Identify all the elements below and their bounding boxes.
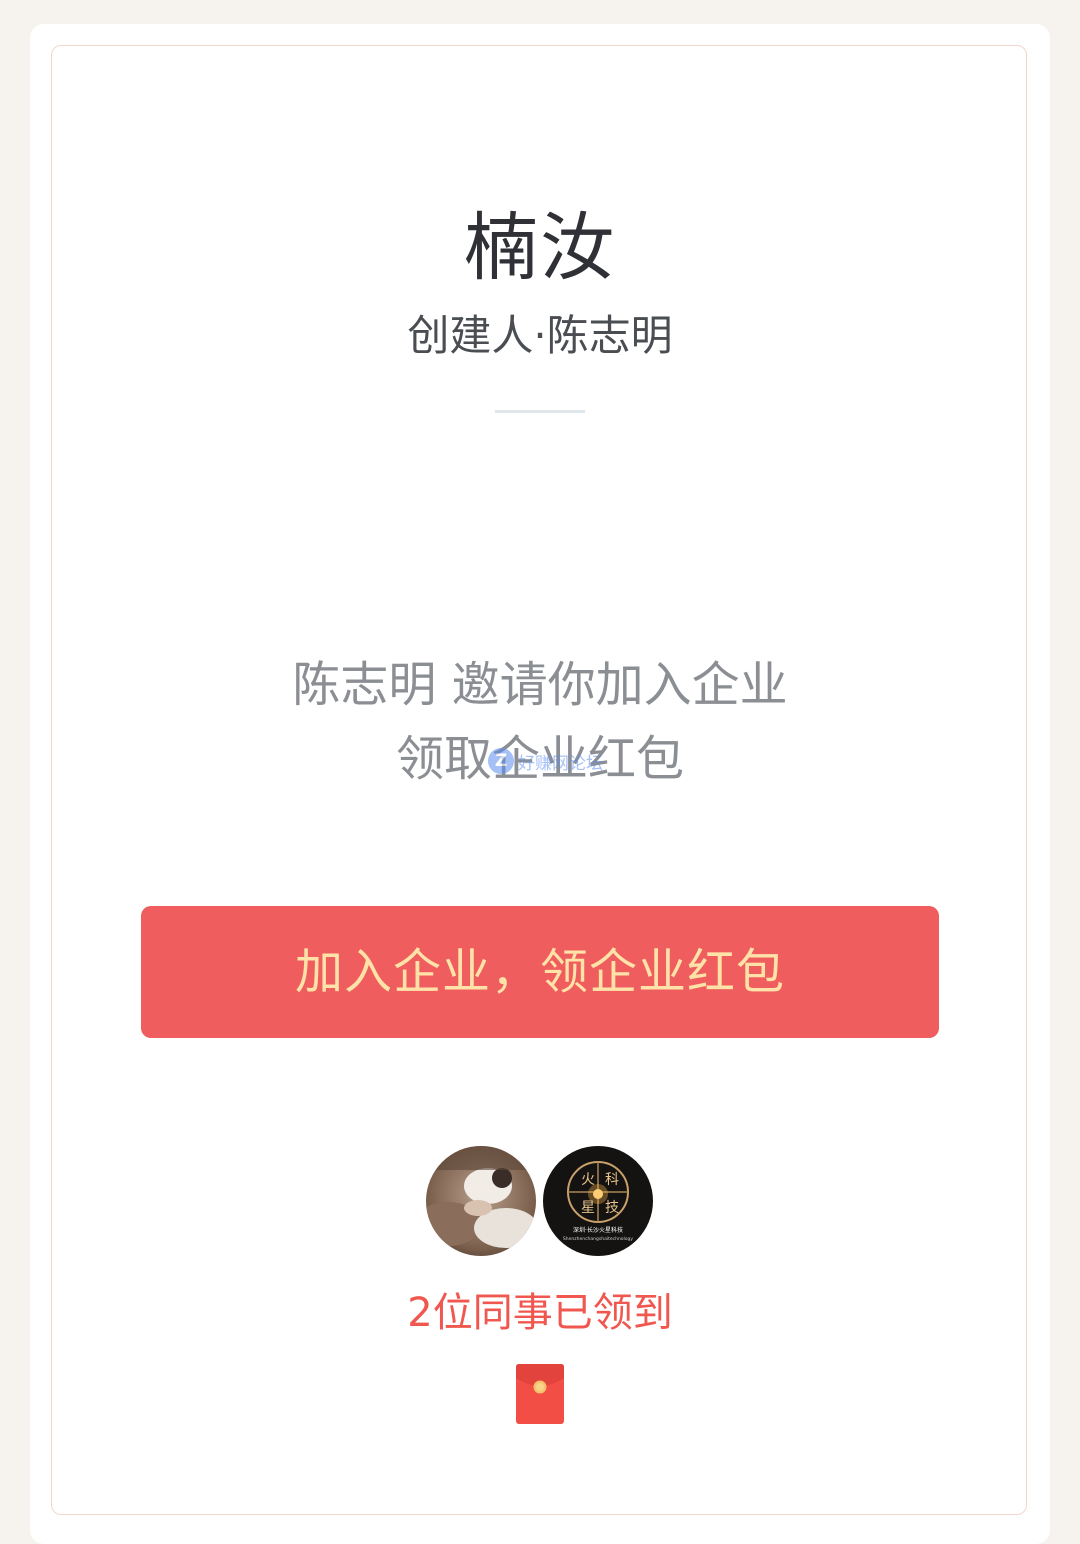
invite-message-line-1: 陈志明 邀请你加入企业	[292, 657, 788, 713]
watermark: Z 好赚网论坛	[488, 746, 603, 776]
avatar-caption-line-1: 深圳·长沙火星科技	[573, 1226, 623, 1234]
colleague-avatar-1	[426, 1146, 536, 1256]
red-envelope-icon	[516, 1364, 564, 1424]
user-avatar-photo-icon	[426, 1146, 536, 1256]
watermark-logo-icon: Z	[488, 748, 514, 774]
avatar-glyph-1: 火	[581, 1172, 595, 1188]
join-company-button[interactable]: 加入企业，领企业红包	[141, 906, 939, 1038]
avatar-glyph-4: 技	[605, 1200, 619, 1216]
colleague-avatar-2: 火 科 星 技 深圳·长沙火星科技 Shenzhenchangshaitechn…	[543, 1146, 653, 1256]
company-name: 楠汝	[464, 205, 616, 291]
user-avatar-logo-icon: 火 科 星 技 深圳·长沙火星科技 Shenzhenchangshaitechn…	[543, 1146, 653, 1256]
avatar-caption-line-2: Shenzhenchangshaitechnology	[563, 1236, 633, 1242]
divider	[495, 410, 585, 413]
avatar-glyph-2: 科	[605, 1172, 619, 1188]
watermark-text: 好赚网论坛	[518, 753, 603, 774]
avatar-glyph-3: 星	[581, 1200, 595, 1216]
claimed-count-text: 2位同事已领到	[407, 1290, 673, 1336]
creator-line: 创建人·陈志明	[407, 311, 673, 360]
